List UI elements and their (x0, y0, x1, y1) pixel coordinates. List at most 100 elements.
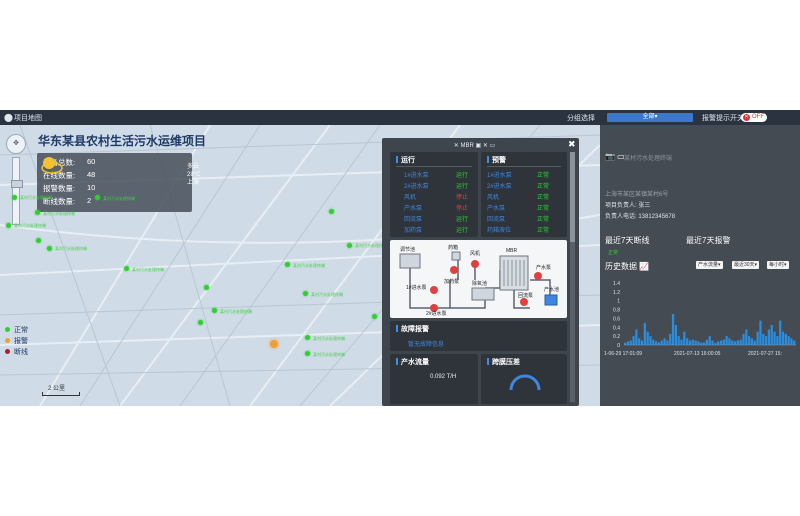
site-marker[interactable] (329, 209, 334, 214)
history-bar (767, 329, 771, 345)
weather-temp: 28°C (187, 172, 201, 178)
alarm-state: 正常 (537, 206, 550, 212)
run-item: 回流泵 (404, 217, 423, 223)
y-tick-label: 0.6 (613, 316, 620, 322)
site-marker[interactable] (285, 262, 290, 267)
alarm-site-marker[interactable] (270, 340, 278, 348)
popup-scrollbar[interactable] (570, 152, 575, 402)
app-window: ⬤ 项目地图 分组选择 全部▾ 报警提示开关 ✕ OFF ✥ 华东某县农村生活污水… (0, 110, 800, 406)
product-pump-label: 产水泵 (536, 265, 552, 271)
interval-select[interactable]: 每小时▾ (767, 261, 789, 269)
alarm-switch-label: 报警提示开关 (702, 115, 744, 122)
history-bar (666, 340, 669, 345)
alarm-item: 1#进水泵 (487, 173, 512, 179)
fault-header: 故障报警 (396, 324, 429, 334)
legend-alarm: 报警 (5, 336, 28, 347)
y-tick-label: 1.2 (613, 290, 620, 296)
alarm-state: 正常 (537, 217, 550, 223)
history-bar (691, 339, 694, 345)
history-bar (697, 341, 700, 345)
device-popup: ✕ MBR ▣ ✕ ▭ ✖ 运行 1#进水泵 2#进水泵 风机 产水泵 回流泵 … (382, 138, 579, 406)
deox-tank-label: 除氧池 (472, 281, 488, 287)
flow-value: 0.092 T/H (430, 374, 457, 380)
history-bar (742, 333, 745, 345)
pan-icon: ✥ (13, 140, 19, 147)
page-title: 项目地图 (14, 115, 42, 122)
camera-icon[interactable]: 📷 ▭ (605, 152, 625, 161)
site-marker[interactable] (303, 291, 308, 296)
y-tick-label: 0.2 (613, 334, 620, 340)
history-label: 历史数据 📈 (605, 262, 650, 271)
run-state: 运行 (456, 173, 469, 179)
site-marker[interactable] (305, 335, 310, 340)
close-popup-button[interactable]: ✖ (568, 139, 576, 150)
site-marker[interactable] (212, 308, 217, 313)
y-tick-label: 1.4 (613, 281, 620, 287)
site-marker[interactable] (6, 223, 11, 228)
zoom-handle[interactable] (11, 180, 23, 188)
run-item: 风机 (404, 195, 417, 201)
history-bar (688, 340, 692, 345)
history-bar (764, 336, 768, 345)
weather-city: 上海 (187, 180, 200, 186)
region-filter-select[interactable]: 全部▾ (607, 113, 693, 122)
run-item: 2#进水泵 (404, 184, 429, 190)
site-marker[interactable] (305, 351, 310, 356)
y-tick-label: 0 (617, 343, 620, 349)
site-marker[interactable] (372, 314, 377, 319)
x-tick-label: 2021-07-27 15: (748, 351, 782, 357)
history-bar (736, 340, 740, 345)
station-address: 上海市某区某镇某村6号 (605, 192, 669, 198)
site-marker[interactable] (198, 320, 203, 325)
history-bar (677, 336, 680, 345)
blower-label: 风机 (470, 251, 481, 257)
alarm-item: 2#进水泵 (487, 184, 512, 190)
history-bar (663, 338, 666, 345)
history-bar (635, 329, 638, 345)
alarm-status-header: 预警 (487, 155, 506, 165)
alarm-item: 回流泵 (487, 217, 506, 223)
site-label: 某村污水处理终端 (132, 267, 164, 272)
run-state: 运行 (456, 217, 469, 223)
history-bar (728, 338, 731, 345)
popup-title: ✕ MBR ▣ ✕ ▭ (453, 143, 496, 149)
site-marker[interactable] (36, 238, 41, 243)
process-diagram: 调节池 药箱 风机 MBR 产水泵 1#进水泵 加药泵 除氧池 回流泵 产水池 … (390, 240, 567, 318)
inlet-pump-2-label: 2#进水泵 (426, 311, 447, 317)
site-marker[interactable] (47, 246, 52, 251)
site-marker[interactable] (95, 195, 100, 200)
site-label: 某村污水处理终端 (293, 263, 325, 268)
alarm-status-icon (5, 338, 10, 343)
alarm-toggle-state: OFF (752, 114, 764, 120)
project-title: 华东某县农村生活污水运维项目 (38, 134, 207, 148)
location-pin-icon: ⬤ (4, 113, 13, 122)
offline-status-icon (5, 349, 10, 354)
history-bar (643, 322, 646, 345)
y-tick-label: 0.4 (613, 325, 620, 331)
history-bar (748, 336, 751, 345)
site-marker[interactable] (12, 195, 17, 200)
history-bar (770, 325, 773, 345)
site-marker[interactable] (35, 210, 40, 215)
history-bar (722, 339, 725, 345)
site-marker[interactable] (124, 266, 129, 271)
pan-control[interactable]: ✥ (6, 134, 26, 154)
history-bar (725, 336, 728, 345)
map-canvas[interactable]: ✥ 华东某县农村生活污水运维项目 设备总数: 60 在线数量: 48 报警数量: 10… (0, 125, 600, 406)
alarm-toggle[interactable]: ✕ OFF (741, 113, 767, 122)
detail-sidebar: 📷 ▭ 某村污水处理终端 上海市某区某镇某村6号 项目负责人: 张三 负责人电话… (600, 125, 800, 406)
zoom-slider[interactable] (11, 157, 23, 225)
run-state: 运行 (456, 184, 469, 190)
site-marker[interactable] (347, 243, 352, 248)
history-bar (652, 339, 655, 345)
site-marker[interactable] (204, 285, 209, 290)
dosing-tank-label: 药箱 (448, 245, 459, 251)
product-tank-label: 产水池 (544, 287, 560, 293)
history-bar (781, 331, 785, 345)
range-select[interactable]: 最近30天▾ (732, 261, 760, 269)
history-bar (660, 340, 663, 345)
site-label: 某村污水处理终端 (313, 336, 345, 341)
metric-select[interactable]: 产水流量▾ (696, 261, 723, 269)
y-tick-label: 1 (617, 299, 620, 305)
alarm-state: 正常 (537, 173, 550, 179)
